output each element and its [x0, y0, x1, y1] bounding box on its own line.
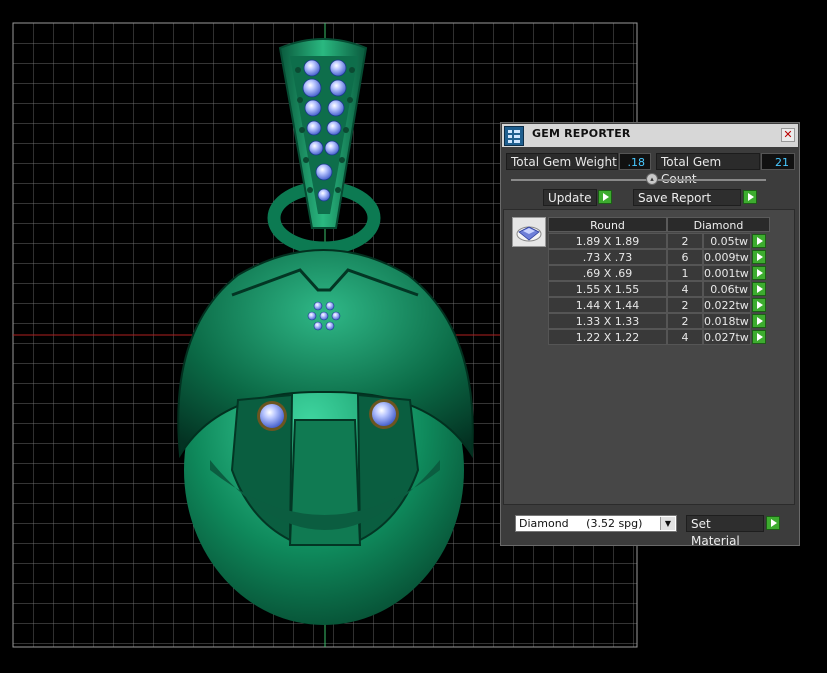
gem-size-cell: 1.44 X 1.44 [548, 297, 667, 313]
gem-weight-cell: 0.05tw [703, 233, 751, 249]
gem-size-cell: 1.89 X 1.89 [548, 233, 667, 249]
gem-count-cell: 2 [667, 297, 703, 313]
chevron-down-icon[interactable]: ▼ [660, 517, 675, 530]
column-header-material: Diamond [667, 217, 770, 232]
row-go-icon[interactable] [752, 266, 766, 280]
table-row: .73 X .73 6 0.009tw [548, 249, 770, 265]
gem-size-cell: .73 X .73 [548, 249, 667, 265]
gem-weight-cell: 0.001tw [703, 265, 751, 281]
gem-reporter-panel: GEM REPORTER ✕ Total Gem Weight .18 Tota… [500, 122, 800, 548]
panel-title: GEM REPORTER [532, 127, 631, 140]
gem-count-cell: 4 [667, 281, 703, 297]
save-report-play-icon[interactable] [743, 190, 757, 204]
panel-titlebar[interactable]: GEM REPORTER ✕ [502, 124, 798, 147]
row-go-icon[interactable] [752, 330, 766, 344]
total-gem-count-label: Total Gem Count [656, 153, 760, 186]
gem-size-cell: 1.22 X 1.22 [548, 329, 667, 345]
gem-size-cell: 1.33 X 1.33 [548, 313, 667, 329]
gem-count-cell: 2 [667, 313, 703, 329]
eye-gem-left [260, 404, 284, 428]
total-gem-weight-value: .18 [619, 153, 651, 170]
row-go-icon[interactable] [752, 282, 766, 296]
slider-handle[interactable]: ▴ [646, 173, 658, 185]
table-row: 1.22 X 1.22 4 0.027tw [548, 329, 770, 345]
gem-weight-cell: 0.009tw [703, 249, 751, 265]
column-header-shape: Round [548, 217, 667, 232]
save-report-button[interactable]: Save Report [633, 189, 741, 206]
total-gem-weight-label: Total Gem Weight [506, 153, 618, 170]
gem-report-area: Round Diamond 1.89 X 1.89 2 0.05tw .73 X… [503, 209, 795, 505]
gem-count-cell: 1 [667, 265, 703, 281]
gem-size-cell: .69 X .69 [548, 265, 667, 281]
gem-count-cell: 2 [667, 233, 703, 249]
gem-weight-cell: 0.018tw [703, 313, 751, 329]
update-button[interactable]: Update [543, 189, 597, 206]
material-spg: (3.52 spg) [586, 517, 643, 530]
gem-count-cell: 4 [667, 329, 703, 345]
total-gem-count-value: 21 [761, 153, 795, 170]
gem-reporter-icon [504, 126, 524, 146]
eye-gem-right [372, 402, 396, 426]
set-material-play-icon[interactable] [766, 516, 780, 530]
table-row: 1.89 X 1.89 2 0.05tw [548, 233, 770, 249]
material-name: Diamond [519, 517, 569, 530]
slider-track[interactable] [511, 179, 766, 181]
gem-weight-cell: 0.027tw [703, 329, 751, 345]
table-row: 1.55 X 1.55 4 0.06tw [548, 281, 770, 297]
table-row: .69 X .69 1 0.001tw [548, 265, 770, 281]
table-row: 1.33 X 1.33 2 0.018tw [548, 313, 770, 329]
close-icon[interactable]: ✕ [781, 128, 795, 142]
gem-weight-cell: 0.022tw [703, 297, 751, 313]
set-material-button[interactable]: Set Material [686, 515, 764, 548]
table-row: 1.44 X 1.44 2 0.022tw [548, 297, 770, 313]
row-go-icon[interactable] [752, 314, 766, 328]
gem-size-cell: 1.55 X 1.55 [548, 281, 667, 297]
row-go-icon[interactable] [752, 298, 766, 312]
gem-count-cell: 6 [667, 249, 703, 265]
row-go-icon[interactable] [752, 250, 766, 264]
update-play-icon[interactable] [598, 190, 612, 204]
gem-weight-cell: 0.06tw [703, 281, 751, 297]
row-go-icon[interactable] [752, 234, 766, 248]
round-diamond-icon [512, 217, 546, 247]
material-select[interactable]: Diamond (3.52 spg) ▼ [515, 515, 677, 532]
